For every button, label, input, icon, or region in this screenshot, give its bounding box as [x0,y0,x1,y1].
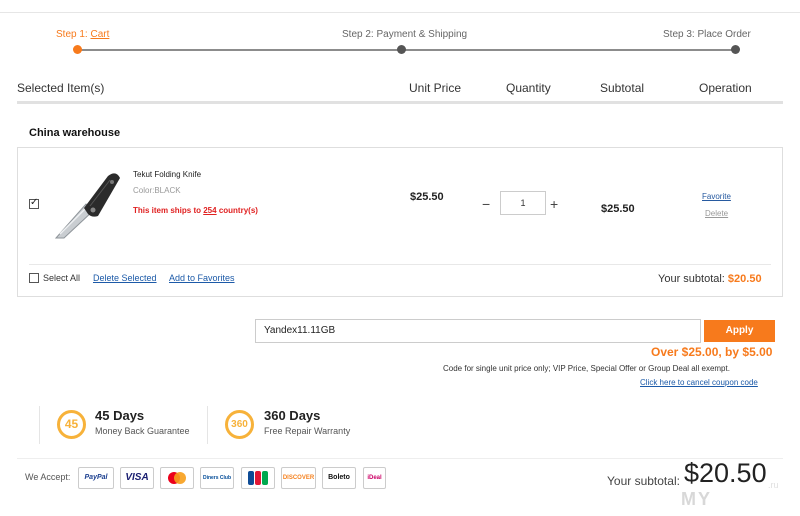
quantity-decrease-button[interactable]: − [482,196,490,212]
warehouse-title: China warehouse [29,127,121,139]
step-place-order: Step 3: Place Order [663,29,751,40]
coupon-note: Code for single unit price only; VIP Pri… [443,364,730,373]
item-subtotal: $25.50 [601,203,635,215]
product-shipping-note: This item ships to 254 country(s) [133,206,258,215]
top-divider [0,12,800,13]
product-color: Color:BLACK [133,186,181,195]
unit-price: $25.50 [410,191,444,203]
header-selected-items: Selected Item(s) [17,81,105,95]
step-1-dot [73,45,82,54]
step-payment-shipping: Step 2: Payment & Shipping [342,29,468,40]
footer-subtotal-amount: $20.50 [684,458,767,488]
watermark-suffix: .ru [768,480,779,490]
diners-club-icon: Diners Club [200,467,234,489]
jcb-icon [241,467,275,489]
header-unit-price: Unit Price [409,81,462,95]
delete-link[interactable]: Delete [705,209,728,218]
step-1-label: Step 1: [56,29,91,40]
cart-subtotal-amount: $20.50 [727,273,762,285]
cart-subtotal-label: Your subtotal: [658,273,728,285]
cart-footer-divider [29,264,771,265]
footer-subtotal-label: Your subtotal: [607,474,680,488]
watermark: MY [681,489,712,509]
apply-coupon-button[interactable]: Apply [704,320,775,342]
quantity-increase-button[interactable]: + [550,196,558,212]
guarantee-repair-title: 360 Days [264,408,321,423]
money-back-badge-icon: 45 [57,410,86,439]
step-3-dot [731,45,740,54]
mastercard-icon [160,467,194,489]
ships-country-count-link[interactable]: 254 [203,206,216,215]
header-operation: Operation [699,81,752,95]
we-accept-label: We Accept: [25,472,71,482]
add-to-favorites-link[interactable]: Add to Favorites [169,273,235,283]
select-all-label[interactable]: Select All [43,273,80,283]
ideal-icon: iDeal [363,467,386,489]
delete-selected-link[interactable]: Delete Selected [93,273,157,283]
progress-track [82,49,736,51]
repair-warranty-badge-icon: 360 [225,410,254,439]
guarantee-divider-mid [207,406,208,444]
quantity-input[interactable]: 1 [500,191,546,215]
select-all-checkbox[interactable] [29,273,39,283]
product-image[interactable] [50,168,124,244]
guarantee-money-back-subtitle: Money Back Guarantee [95,426,190,436]
guarantee-money-back-title: 45 Days [95,408,145,423]
payment-divider [17,458,783,459]
paypal-icon: PayPal [78,467,114,489]
ships-suffix: country(s) [216,206,258,215]
product-name[interactable]: Tekut Folding Knife [133,170,201,179]
cancel-coupon-link[interactable]: Click here to cancel coupon code [640,378,758,387]
boleto-icon: Boleto [322,467,356,489]
header-quantity: Quantity [506,81,551,95]
ships-prefix: This item ships to [133,206,204,215]
coupon-input[interactable]: Yandex11.11GB [255,319,701,343]
favorite-link[interactable]: Favorite [702,192,731,201]
item-checkbox[interactable] [29,197,39,209]
step-2-dot [397,45,406,54]
guarantee-repair-subtitle: Free Repair Warranty [264,426,351,436]
header-subtotal: Subtotal [600,81,645,95]
cart-subtotal: Your subtotal: $20.50 [658,273,762,285]
guarantee-divider-left [39,406,40,444]
coupon-discount: Over $25.00, by $5.00 [651,345,773,359]
step-cart[interactable]: Step 1: Cart [56,29,109,40]
discover-icon: DISCOVER [281,467,316,489]
header-divider [17,101,783,104]
visa-icon: VISA [120,467,154,489]
cart-link[interactable]: Cart [90,29,109,40]
